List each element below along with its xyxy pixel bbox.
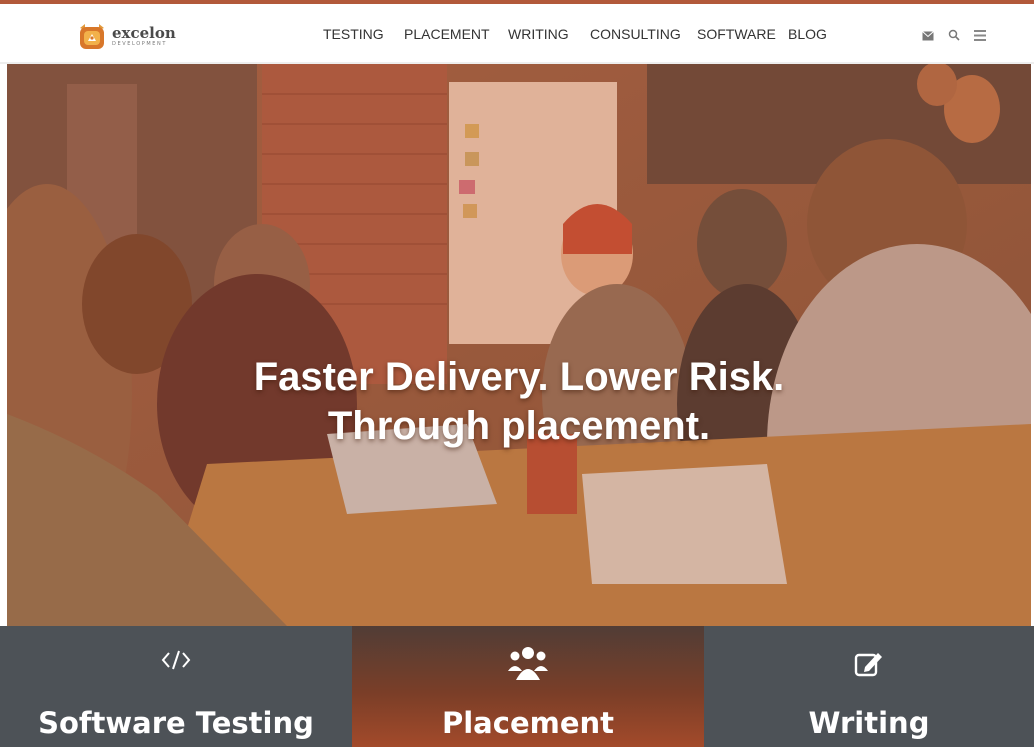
nav-consulting[interactable]: CONSULTING <box>590 26 681 42</box>
nav-software[interactable]: SOFTWARE <box>697 26 776 42</box>
hero-headline-line1: Faster Delivery. Lower Risk. <box>253 354 785 399</box>
brand-tagline: DEVELOPMENT <box>112 40 168 47</box>
nav-placement[interactable]: PLACEMENT <box>404 26 490 42</box>
mail-icon[interactable] <box>922 28 934 46</box>
brand-name: excelon <box>112 23 176 42</box>
service-tile-placement[interactable]: Placement <box>352 626 704 747</box>
excelon-logo-icon <box>80 24 104 49</box>
menu-icon[interactable] <box>974 28 986 46</box>
nav-blog[interactable]: BLOG <box>788 26 827 42</box>
edit-icon <box>704 650 1034 683</box>
service-label-software-testing: Software Testing <box>38 706 314 740</box>
hero-banner: Faster Delivery. Lower Risk. Through pla… <box>7 64 1031 626</box>
hero-headline-line2: Through placement. <box>327 403 711 448</box>
nav-testing[interactable]: TESTING <box>323 26 384 42</box>
site-logo[interactable]: excelon DEVELOPMENT <box>76 20 176 52</box>
code-icon <box>0 648 352 677</box>
site-header: excelon DEVELOPMENT TESTING PLACEMENT WR… <box>0 4 1034 64</box>
services-strip: Software Testing Placement Writing <box>0 626 1034 747</box>
service-tile-software-testing[interactable]: Software Testing <box>0 626 352 747</box>
service-tile-writing[interactable]: Writing <box>704 626 1034 747</box>
hero-photo <box>7 64 1031 626</box>
service-label-writing: Writing <box>808 706 930 740</box>
nav-writing[interactable]: WRITING <box>508 26 569 42</box>
hero-headline: Faster Delivery. Lower Risk. Through pla… <box>7 353 1031 451</box>
service-label-placement: Placement <box>441 706 615 740</box>
users-icon <box>352 644 704 687</box>
search-icon[interactable] <box>948 28 960 46</box>
